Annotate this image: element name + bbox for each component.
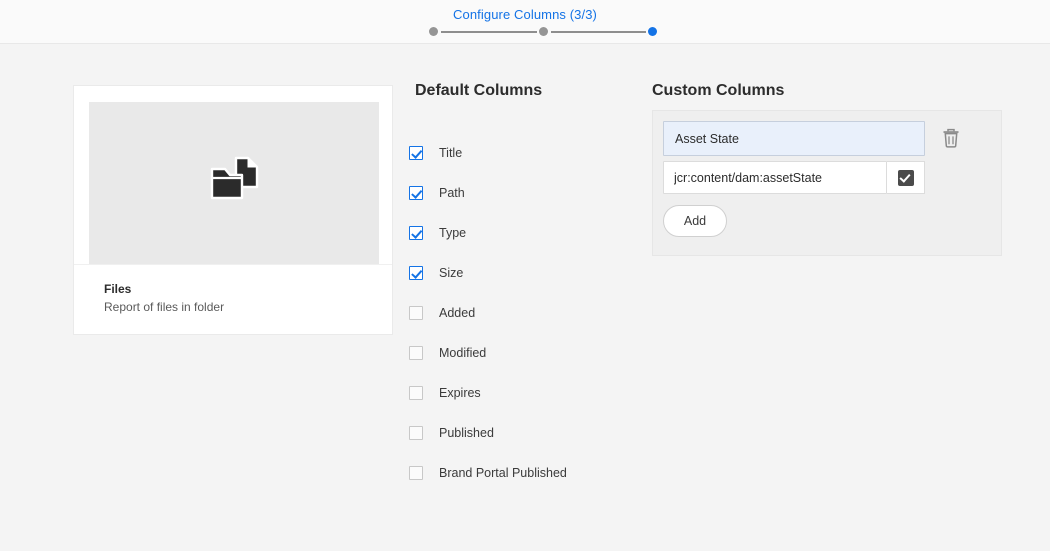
default-columns-heading: Default Columns — [415, 82, 543, 99]
trash-icon — [941, 128, 961, 153]
custom-columns-heading: Custom Columns — [652, 82, 785, 99]
checkbox-label-path: Path — [439, 186, 465, 200]
step-connector-1 — [441, 31, 537, 33]
checkbox-label-published: Published — [439, 426, 494, 440]
checkbox-row-added[interactable]: Added — [409, 293, 629, 333]
custom-column-name-input[interactable] — [663, 121, 925, 156]
card-subtitle: Report of files in folder — [104, 300, 225, 314]
report-type-card[interactable]: Files Report of files in folder — [73, 85, 393, 335]
step-connector-2 — [551, 31, 646, 33]
default-columns-list: Title Path Type Size Added Modified Expi… — [409, 133, 629, 493]
checkbox-expires[interactable] — [409, 386, 423, 400]
checkbox-row-title[interactable]: Title — [409, 133, 629, 173]
checkbox-size[interactable] — [409, 266, 423, 280]
custom-column-property-row — [663, 161, 925, 194]
delete-custom-column-button[interactable] — [940, 127, 962, 151]
step-progress-indicator — [429, 27, 657, 37]
checkbox-row-modified[interactable]: Modified — [409, 333, 629, 373]
checkbox-modified[interactable] — [409, 346, 423, 360]
checkbox-label-modified: Modified — [439, 346, 487, 360]
checkbox-row-size[interactable]: Size — [409, 253, 629, 293]
card-title: Files — [104, 282, 132, 296]
folder-file-icon — [208, 156, 260, 211]
checkbox-row-path[interactable]: Path — [409, 173, 629, 213]
checkbox-title[interactable] — [409, 146, 423, 160]
checkbox-brand-portal-published[interactable] — [409, 466, 423, 480]
custom-column-property-input[interactable] — [663, 161, 887, 194]
checkbox-row-brand-portal-published[interactable]: Brand Portal Published — [409, 453, 629, 493]
step-dot-2[interactable] — [539, 27, 548, 36]
card-body: Files Report of files in folder — [74, 264, 392, 334]
checkbox-row-type[interactable]: Type — [409, 213, 629, 253]
checkbox-label-expires: Expires — [439, 386, 481, 400]
checkmark-icon — [897, 169, 914, 186]
checkbox-row-expires[interactable]: Expires — [409, 373, 629, 413]
custom-column-row — [663, 121, 993, 156]
checkbox-type[interactable] — [409, 226, 423, 240]
step-dot-3[interactable] — [648, 27, 657, 36]
checkbox-published[interactable] — [409, 426, 423, 440]
checkbox-label-title: Title — [439, 146, 463, 160]
card-thumbnail — [89, 102, 379, 264]
checkbox-label-size: Size — [439, 266, 464, 280]
custom-column-enable-toggle[interactable] — [887, 161, 925, 194]
add-custom-column-button[interactable]: Add — [663, 205, 727, 237]
checkbox-label-added: Added — [439, 306, 476, 320]
checkbox-label-brand-portal-published: Brand Portal Published — [439, 466, 567, 480]
custom-columns-panel: Add — [652, 110, 1002, 256]
wizard-header: Configure Columns (3/3) — [0, 0, 1050, 44]
step-dot-1[interactable] — [429, 27, 438, 36]
checkbox-label-type: Type — [439, 226, 467, 240]
page-title: Configure Columns (3/3) — [453, 7, 597, 22]
checkbox-path[interactable] — [409, 186, 423, 200]
checkbox-added[interactable] — [409, 306, 423, 320]
checkbox-row-published[interactable]: Published — [409, 413, 629, 453]
